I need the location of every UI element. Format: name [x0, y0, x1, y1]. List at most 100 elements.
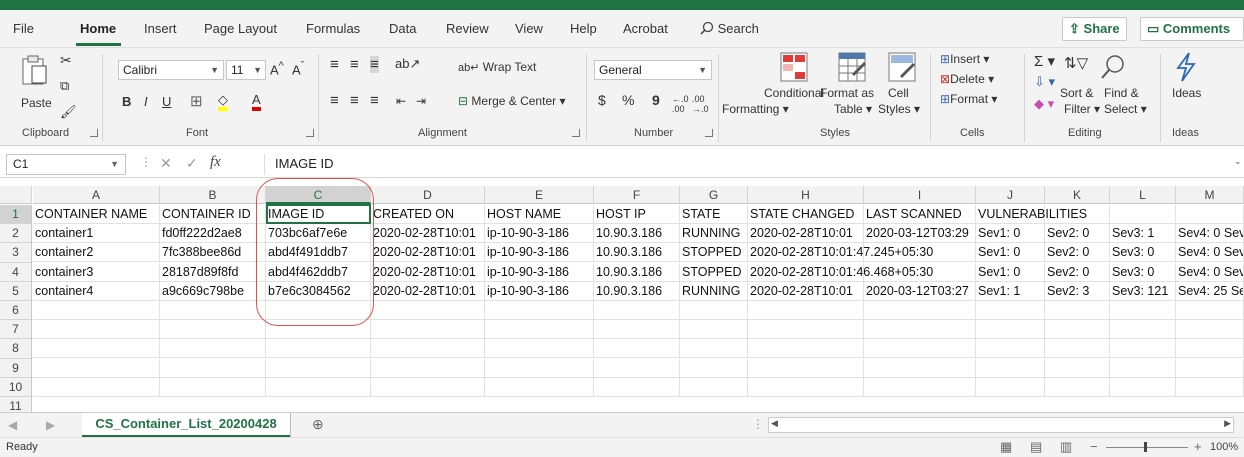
row-header[interactable]: 10: [0, 377, 32, 397]
scroll-left-icon[interactable]: ◀: [771, 418, 778, 429]
wrap-text-button[interactable]: ab↵ Wrap Text: [458, 60, 536, 74]
table-cell[interactable]: ip-10-90-3-186: [485, 281, 594, 301]
tab-home[interactable]: Home: [80, 21, 116, 36]
table-cell[interactable]: Sev2: 0: [1045, 224, 1110, 244]
font-color-icon[interactable]: A: [252, 92, 261, 111]
column-title-cell[interactable]: IMAGE ID: [266, 205, 371, 224]
tab-review[interactable]: Review: [446, 21, 489, 36]
table-cell[interactable]: [485, 377, 594, 397]
table-cell[interactable]: ip-10-90-3-186: [485, 262, 594, 282]
table-cell[interactable]: [160, 301, 266, 320]
table-cell[interactable]: [1045, 301, 1110, 320]
scroll-right-icon[interactable]: ▶: [1224, 418, 1231, 429]
fill-color-icon[interactable]: ◇: [218, 92, 228, 111]
table-cell[interactable]: [748, 358, 864, 378]
table-cell[interactable]: [160, 320, 266, 340]
comments-button[interactable]: ▭ Comments: [1140, 17, 1244, 41]
table-cell[interactable]: Sev1: 0: [976, 224, 1045, 244]
cut-icon[interactable]: ✂: [60, 52, 72, 69]
paste-button[interactable]: [20, 54, 48, 89]
table-cell[interactable]: [485, 301, 594, 320]
find-select-label-2[interactable]: Select ▾: [1104, 102, 1147, 116]
add-sheet-icon[interactable]: ⊕: [312, 416, 324, 433]
table-cell[interactable]: [33, 358, 160, 378]
fill-icon[interactable]: ⇩ ▾: [1034, 74, 1055, 90]
column-title-cell[interactable]: CONTAINER ID: [160, 205, 266, 224]
row-header[interactable]: 1: [0, 205, 32, 225]
table-cell[interactable]: Sev1: 0: [976, 262, 1045, 282]
table-cell[interactable]: 10.90.3.186: [594, 262, 680, 282]
delete-cells-button[interactable]: ⊠Delete ▾: [940, 72, 994, 86]
table-cell[interactable]: 2020-02-28T10:01: [748, 224, 864, 244]
column-title-cell[interactable]: CREATED ON: [371, 205, 485, 224]
table-cell[interactable]: [594, 339, 680, 359]
column-header[interactable]: C: [266, 186, 371, 204]
table-cell[interactable]: [976, 339, 1045, 359]
underline-icon[interactable]: U: [162, 94, 171, 109]
table-cell[interactable]: Sev3: 1: [1110, 224, 1176, 244]
table-cell[interactable]: fd0ff222d2ae8: [160, 224, 266, 244]
column-title-cell[interactable]: HOST NAME: [485, 205, 594, 224]
column-header[interactable]: G: [680, 186, 748, 204]
find-select-icon[interactable]: [1100, 54, 1126, 80]
zoom-slider[interactable]: [1106, 447, 1188, 448]
normal-view-icon[interactable]: ▦: [1000, 439, 1012, 455]
table-cell[interactable]: 2020-02-28T10:01: [371, 243, 485, 263]
name-box[interactable]: C1 ▼: [6, 154, 126, 175]
row-header[interactable]: 2: [0, 224, 32, 244]
table-cell[interactable]: Sev2: 3: [1045, 281, 1110, 301]
align-bottom-icon[interactable]: ≡: [370, 56, 379, 73]
column-title-cell[interactable]: STATE: [680, 205, 748, 224]
table-cell[interactable]: 2020-02-28T10:01: [371, 281, 485, 301]
table-cell[interactable]: [266, 320, 371, 340]
table-cell[interactable]: STOPPED: [680, 262, 748, 282]
number-launcher[interactable]: [705, 129, 713, 137]
find-select-label[interactable]: Find &: [1104, 86, 1139, 100]
table-cell[interactable]: container1: [33, 224, 160, 244]
table-cell[interactable]: [680, 377, 748, 397]
table-cell[interactable]: [594, 320, 680, 340]
format-as-table-button[interactable]: [838, 52, 866, 85]
table-cell[interactable]: [1045, 320, 1110, 340]
table-cell[interactable]: [864, 243, 976, 263]
table-cell[interactable]: [594, 301, 680, 320]
table-cell[interactable]: [748, 377, 864, 397]
merge-center-button[interactable]: ⊟ Merge & Center ▾: [458, 94, 565, 108]
prev-sheet-icon[interactable]: ◀: [8, 418, 17, 432]
comma-button[interactable]: 9: [652, 92, 660, 108]
table-cell[interactable]: Sev4: 0 Sev5: 0: [1176, 243, 1244, 263]
decrease-indent-icon[interactable]: ⇤: [396, 94, 406, 108]
table-cell[interactable]: 2020-02-28T10:01: [371, 262, 485, 282]
table-cell[interactable]: container4: [33, 281, 160, 301]
borders-icon[interactable]: ⊞: [190, 92, 203, 110]
table-cell[interactable]: [1110, 377, 1176, 397]
table-cell[interactable]: [1045, 377, 1110, 397]
sort-filter-label[interactable]: Sort &: [1060, 86, 1093, 100]
table-cell[interactable]: [976, 320, 1045, 340]
table-cell[interactable]: [160, 377, 266, 397]
column-header[interactable]: F: [594, 186, 680, 204]
table-cell[interactable]: RUNNING: [680, 224, 748, 244]
table-cell[interactable]: [371, 320, 485, 340]
sort-filter-icon[interactable]: ⇅▽: [1064, 54, 1088, 72]
format-cells-button[interactable]: ⊞Format ▾: [940, 92, 997, 106]
search-box[interactable]: Search: [700, 21, 759, 36]
table-cell[interactable]: [160, 358, 266, 378]
table-cell[interactable]: [266, 301, 371, 320]
table-cell[interactable]: Sev3: 121: [1110, 281, 1176, 301]
table-cell[interactable]: [864, 320, 976, 340]
table-cell[interactable]: [485, 358, 594, 378]
share-button[interactable]: ⇪ Share: [1062, 17, 1127, 41]
table-cell[interactable]: [371, 358, 485, 378]
table-cell[interactable]: [748, 339, 864, 359]
copy-icon[interactable]: ⧉: [60, 78, 69, 94]
ideas-button[interactable]: Ideas: [1172, 86, 1201, 100]
table-cell[interactable]: 2020-03-12T03:29: [864, 224, 976, 244]
table-cell[interactable]: Sev2: 0: [1045, 262, 1110, 282]
table-cell[interactable]: 2020-03-12T03:27: [864, 281, 976, 301]
column-title-cell[interactable]: [1176, 205, 1244, 224]
table-cell[interactable]: 7fc388bee86d: [160, 243, 266, 263]
table-cell[interactable]: 2020-02-28T10:01:47.245+05:30: [748, 243, 933, 263]
increase-decimal-icon[interactable]: ←.0.00: [672, 94, 689, 114]
table-cell[interactable]: [864, 301, 976, 320]
